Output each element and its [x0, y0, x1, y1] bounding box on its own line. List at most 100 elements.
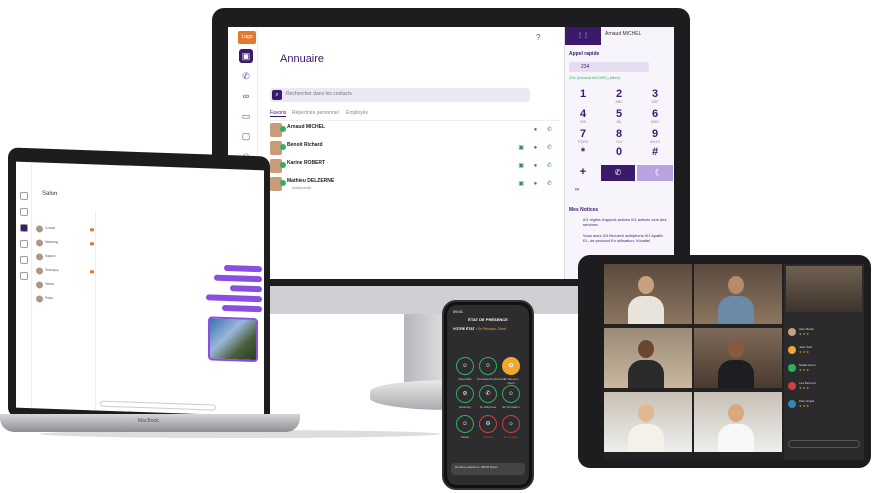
note-item: 0/1 règles d'appels actives 0/1 activés …: [583, 217, 667, 227]
backspace-button[interactable]: 《: [637, 165, 673, 181]
contact-row[interactable]: Mathieu DELZERNE Autopointe ▣ ● ✆: [270, 177, 560, 193]
avatar: [36, 239, 43, 247]
shared-image[interactable]: [208, 316, 258, 363]
key-digit: 7: [579, 128, 587, 140]
list-item[interactable]: Ventes: [36, 280, 94, 294]
line-status: 234 (Arnaud MICHEL) (libre): [569, 75, 620, 80]
message-bubble: [206, 294, 262, 303]
presence-training-button[interactable]: ☺: [479, 357, 497, 375]
contact-actions[interactable]: ● ✆: [534, 126, 556, 133]
participant-row[interactable]: Léa Bernard ★★★: [788, 380, 860, 394]
key-8[interactable]: 8 TUV: [607, 128, 631, 145]
participant-head: [728, 276, 744, 294]
list-item-label: Projet: [45, 295, 53, 300]
avatar: [788, 382, 796, 390]
contacts-icon[interactable]: ▣: [239, 49, 253, 63]
video-icon[interactable]: ▢: [239, 129, 253, 143]
presence-absent-button[interactable]: ⊘: [456, 385, 474, 403]
video-tile[interactable]: [694, 392, 782, 452]
list-item[interactable]: Marketing: [36, 238, 94, 252]
laptop-screen: Salon Conseil Marketing Support Techniqu…: [16, 161, 264, 417]
search-input[interactable]: ⌕ Rechercher dans les contacts: [270, 88, 530, 102]
presence-meeting-button[interactable]: ✿: [502, 357, 520, 375]
help-icon[interactable]: ?: [536, 33, 540, 42]
participant-body: [718, 296, 754, 324]
chat-input[interactable]: [788, 440, 860, 448]
list-item[interactable]: Support: [36, 252, 94, 266]
tab-repertoire[interactable]: Répertoire personnel: [292, 110, 339, 116]
presence-busy-button[interactable]: ⊖: [479, 415, 497, 433]
nav-icon[interactable]: [20, 223, 28, 233]
nav-icon[interactable]: [20, 255, 28, 265]
list-item[interactable]: Projet: [36, 294, 94, 308]
contact-row[interactable]: Benoit Richard ▣ ● ✆: [270, 141, 560, 157]
key-6[interactable]: 6 MNO: [643, 109, 667, 125]
contact-actions[interactable]: ▣ ● ✆: [518, 144, 556, 151]
nav-icon[interactable]: [20, 239, 28, 249]
video-tile[interactable]: [604, 392, 692, 452]
presence-available-button[interactable]: ☺: [456, 357, 474, 375]
key-2[interactable]: 2 ABC: [607, 89, 631, 105]
phone-screen: 09:41 ÉTAT DE PRÉSENCE VOTRE ÉTAT : En R…: [447, 305, 529, 485]
key-0[interactable]: 0: [607, 147, 631, 158]
contact-name: Benoit Richard: [287, 142, 323, 148]
presence-pause-button[interactable]: ☺: [456, 415, 474, 433]
presence-phone-button[interactable]: ✆: [479, 385, 497, 403]
video-tile[interactable]: [604, 264, 692, 324]
video-tile[interactable]: [604, 328, 692, 388]
voicemail-icon[interactable]: ∞: [575, 187, 579, 193]
video-tile[interactable]: [694, 264, 782, 324]
key-plus[interactable]: +: [571, 167, 595, 178]
key-7[interactable]: 7 PQRS: [571, 128, 595, 145]
nav-icon[interactable]: [20, 207, 28, 217]
presence-formation-button[interactable]: ☺: [502, 385, 520, 403]
chat-icon[interactable]: ▭: [239, 109, 253, 123]
video-tile[interactable]: [694, 328, 782, 388]
participant-row[interactable]: Alex Martin ★★★: [788, 326, 860, 340]
key-4[interactable]: 4 GHI: [571, 109, 595, 125]
participant-head: [728, 404, 744, 422]
participant-body: [628, 360, 664, 388]
key-letters: JKL: [615, 120, 623, 124]
list-item[interactable]: Conseil: [36, 224, 94, 238]
message-input[interactable]: [100, 400, 216, 411]
nav-icon[interactable]: [20, 271, 28, 281]
contact-actions[interactable]: ▣ ● ✆: [518, 180, 556, 187]
participant-body: [628, 296, 664, 324]
self-video: [786, 266, 862, 312]
key-5[interactable]: 5 JKL: [607, 108, 631, 125]
presence-dot: [280, 126, 286, 132]
presence-state: VOTRE ÉTAT : En Réunion Client: [453, 327, 506, 331]
key-star[interactable]: *: [571, 147, 595, 158]
tab-favoris[interactable]: Favoris: [270, 110, 287, 117]
participant-name: Paul Girard: [799, 399, 815, 403]
participant-row[interactable]: Julie Petit ★★★: [788, 344, 860, 358]
presence-holiday-button[interactable]: ☼: [502, 415, 520, 433]
dial-number-input[interactable]: 234: [569, 62, 649, 72]
key-digit: 5: [615, 108, 623, 120]
participant-row[interactable]: Nadia Faure ★★★: [788, 362, 860, 376]
nav-icon[interactable]: [20, 191, 28, 201]
key-3[interactable]: 3 DEF: [643, 89, 667, 105]
participant-body: [718, 424, 754, 452]
key-9[interactable]: 9 WXYZ: [643, 128, 667, 145]
voicemail-icon[interactable]: ∞: [239, 89, 253, 103]
key-digit: 9: [651, 128, 659, 140]
participant-row[interactable]: Paul Girard ★★★: [788, 398, 860, 412]
activity-bar[interactable]: Dernière activité à: 09h45 Brest...: [451, 463, 525, 475]
tab-employes[interactable]: Employés: [346, 110, 368, 116]
tablet-screen: Alex Martin ★★★ Julie Petit ★★★ Nadia Faur…: [604, 264, 864, 460]
key-hash[interactable]: #: [643, 147, 667, 158]
call-history-icon[interactable]: ✆: [239, 69, 253, 83]
key-digit: 8: [615, 128, 623, 140]
laptop-sidebar: [16, 161, 32, 409]
list-item[interactable]: Technique: [36, 266, 94, 280]
dialpad-tab[interactable]: ⋮⋮: [565, 27, 601, 45]
call-button[interactable]: ✆: [601, 165, 635, 181]
contact-row[interactable]: Arnaud MICHEL ● ✆: [270, 123, 560, 139]
key-1[interactable]: 1: [571, 89, 595, 100]
rating-stars: ★★★: [799, 368, 811, 372]
key-letters: ABC: [615, 100, 623, 104]
contact-actions[interactable]: ▣ ● ✆: [518, 162, 556, 169]
contact-row[interactable]: Karine ROBERT ▣ ● ✆: [270, 159, 560, 175]
